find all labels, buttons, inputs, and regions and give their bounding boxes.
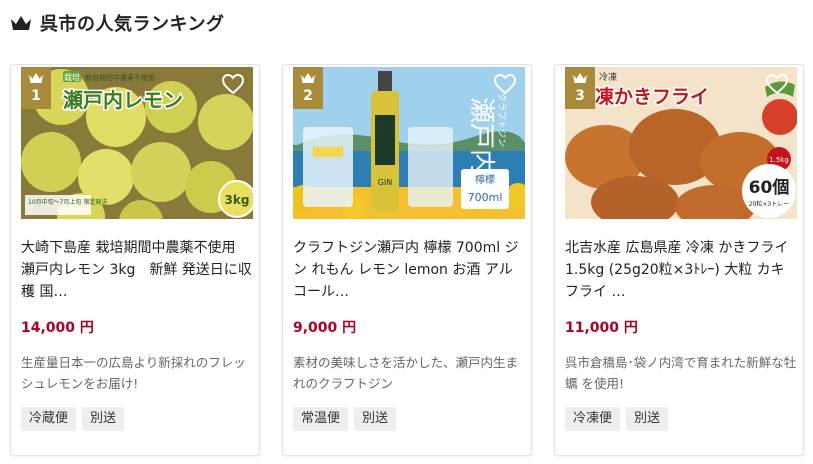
image-main: 瀬戸内 — [466, 97, 496, 175]
heart-icon[interactable] — [765, 73, 789, 95]
image-note: 10月中旬〜7月上旬 限定発送 — [28, 198, 107, 206]
image-count: 60個 — [749, 177, 790, 198]
heart-icon[interactable] — [221, 73, 245, 95]
rank-number: 1 — [31, 88, 41, 104]
tag-separate: 別送 — [354, 407, 397, 431]
product-name[interactable]: 北吉水産 広島県産 冷凍 かきフライ 1.5kg (25g20粒×3ﾄﾚｰ) 大… — [565, 237, 797, 303]
image-count-note: 20粒×3トレー — [749, 200, 789, 208]
crown-icon — [29, 73, 43, 83]
image-main: 凍かきフライ — [595, 85, 709, 108]
product-image[interactable]: 栽培 栽培期間中農薬不使用 瀬戸内レモン 10月中旬〜7月上旬 限定発送 3kg… — [21, 67, 253, 219]
product-image[interactable]: 冷凍 凍かきフライ 1.5kg 60個 20粒×3トレー 3 — [565, 67, 797, 219]
tag-shipping: 冷蔵便 — [21, 407, 77, 431]
product-price: 11,000 円 — [565, 320, 638, 336]
tag-separate: 別送 — [626, 407, 669, 431]
rank-number: 2 — [303, 88, 313, 104]
tag-shipping: 常温便 — [293, 407, 349, 431]
tag-list: 冷凍便 別送 — [565, 407, 669, 431]
rank-number: 3 — [575, 88, 585, 104]
ranking-card-3[interactable]: 冷凍 凍かきフライ 1.5kg 60個 20粒×3トレー 3 北吉水産 広島県産… — [554, 64, 804, 456]
lemon-photo: 栽培 栽培期間中農薬不使用 瀬戸内レモン 10月中旬〜7月上旬 限定発送 3kg — [21, 67, 253, 219]
crown-icon — [301, 73, 315, 83]
product-price: 14,000 円 — [21, 320, 94, 336]
image-volume: 700ml — [468, 191, 503, 204]
oyster-fry-photo: 冷凍 凍かきフライ 1.5kg 60個 20粒×3トレー — [565, 67, 797, 219]
bottle-label: GIN — [378, 178, 393, 187]
gin-photo: GIN 瀬戸内 クラフトジン 檸檬 700ml — [293, 67, 525, 219]
product-description: 生産量日本一の広島より新採れのフレッシュレモンをお届け! — [21, 355, 246, 391]
page-title: 呉市の人気ランキング — [40, 14, 225, 35]
product-name[interactable]: 大崎下島産 栽培期間中農薬不使用 瀬戸内レモン 3kg 新鮮 発送日に収穫 国… — [21, 237, 253, 303]
image-main: 瀬戸内レモン — [63, 88, 183, 112]
rank-badge: 1 — [21, 67, 51, 109]
image-size: 3kg — [225, 193, 250, 207]
tag-list: 冷蔵便 別送 — [21, 407, 125, 431]
image-sub: 栽培期間中農薬不使用 — [85, 73, 155, 82]
image-sub: クラフトジン — [496, 93, 507, 147]
product-image[interactable]: GIN 瀬戸内 クラフトジン 檸檬 700ml 2 — [293, 67, 525, 219]
product-description: 素材の美味しさを活かした、瀬戸内生まれのクラフトジン — [293, 355, 519, 391]
tag-shipping: 冷凍便 — [565, 407, 621, 431]
image-tag: 栽培 — [64, 72, 80, 82]
crown-icon — [573, 73, 587, 83]
ranking-card-2[interactable]: GIN 瀬戸内 クラフトジン 檸檬 700ml 2 クラフトジン瀬戸内 檸檬 7… — [282, 64, 532, 456]
product-description: 呉市倉橋島･袋ノ内湾で育まれた新鮮な牡蠣 を使用! — [565, 355, 797, 391]
rank-badge: 3 — [565, 67, 595, 109]
crown-icon — [11, 16, 31, 30]
ranking-card-1[interactable]: 栽培 栽培期間中農薬不使用 瀬戸内レモン 10月中旬〜7月上旬 限定発送 3kg… — [10, 64, 260, 456]
image-weight: 1.5kg — [769, 156, 789, 164]
rank-badge: 2 — [293, 67, 323, 109]
image-top: 冷凍 — [599, 71, 617, 83]
ranking-header: 呉市の人気ランキング — [10, 9, 224, 37]
heart-icon[interactable] — [493, 73, 517, 95]
image-label: 檸檬 — [475, 173, 495, 186]
product-price: 9,000 円 — [293, 320, 357, 336]
product-name[interactable]: クラフトジン瀬戸内 檸檬 700ml ジン れもん レモン lemon お酒 ア… — [293, 237, 525, 303]
tag-separate: 別送 — [82, 407, 125, 431]
tag-list: 常温便 別送 — [293, 407, 397, 431]
